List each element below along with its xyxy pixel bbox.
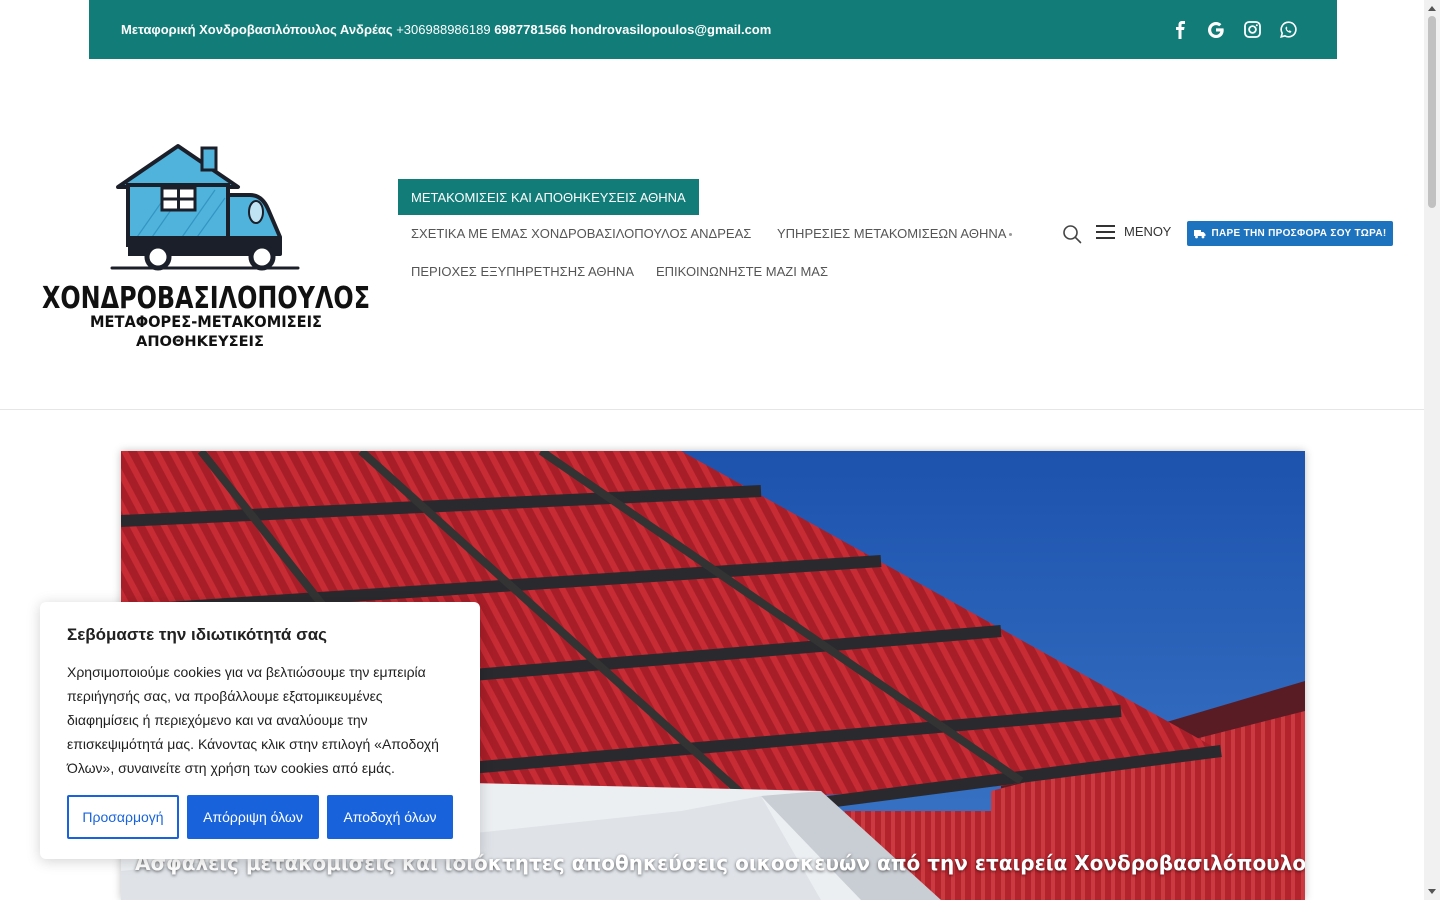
cookie-description: Χρησιμοποιούμε cookies για να βελτιώσουμ… (67, 664, 439, 776)
accept-all-button[interactable]: Αποδοχή όλων (327, 795, 453, 839)
phone-2: 6987781566 (490, 22, 571, 37)
email-link[interactable]: hondrovasilopoulos@gmail.com (570, 22, 771, 37)
scroll-up-arrow-icon[interactable] (1428, 6, 1436, 11)
nav-item-home[interactable]: ΜΕΤΑΚΟΜΙΣΕΙΣ ΚΑΙ ΑΠΟΘΗΚΕΥΣΕΙΣ ΑΘΗΝΑ (398, 179, 699, 215)
hamburger-icon (1096, 224, 1115, 239)
header-divider (0, 409, 1424, 410)
company-name: Μεταφορική Χονδροβασιλόπουλος Ανδρέας (121, 22, 397, 37)
logo-title: ΧΟΝΔΡΟΒΑΣΙΛΟΠΟΥΛΟΣ (42, 281, 370, 316)
facebook-icon[interactable] (1171, 20, 1189, 39)
cta-label: ΠΑΡΕ ΤΗΝ ΠΡΟΣΦΟΡΑ ΣΟΥ ΤΩΡΑ! (1211, 228, 1387, 239)
quote-cta-button[interactable]: ΠΑΡΕ ΤΗΝ ΠΡΟΣΦΟΡΑ ΣΟΥ ΤΩΡΑ! (1187, 221, 1393, 246)
social-links (1171, 20, 1305, 39)
nav-item-about[interactable]: ΣΧΕΤΙΚΑ ΜΕ ΕΜΑΣ ΧΟΝΔΡΟΒΑΣΙΛΟΠΟΥΛΟΣ ΑΝΔΡΕ… (411, 226, 751, 241)
nav-item-areas[interactable]: ΠΕΡΙΟΧΕΣ ΕΞΥΠΗΡΕΤΗΣΗΣ ΑΘΗΝΑ (411, 264, 634, 279)
search-icon[interactable] (1062, 224, 1082, 244)
menu-label: ΜΕΝΟΥ (1124, 224, 1172, 239)
whatsapp-icon[interactable] (1279, 21, 1297, 39)
reject-all-button[interactable]: Απόρριψη όλων (187, 795, 319, 839)
logo-subtitle: ΜΕΤΑΦΟΡΕΣ-ΜΕΤΑΚΟΜΙΣΕΙΣ (90, 312, 322, 331)
cookie-consent-dialog: Σεβόμαστε την ιδιωτικότητά σας Χρησιμοπο… (40, 602, 480, 859)
logo-subtitle-2: ΑΠΟΘΗΚΕΥΣΕΙΣ (136, 334, 264, 350)
cookie-buttons: Προσαρμογή Απόρριψη όλων Αποδοχή όλων (67, 795, 453, 839)
nav-item-services[interactable]: ΥΠΗΡΕΣΙΕΣ ΜΕΤΑΚΟΜΙΣΕΩΝ ΑΘΗΝΑ (777, 226, 1006, 241)
instagram-icon[interactable] (1243, 21, 1261, 39)
nav-separator-dot (1009, 233, 1012, 236)
nav-item-contact[interactable]: ΕΠΙΚΟΙΝΩΝΗΣΤΕ ΜΑΖΙ ΜΑΣ (656, 264, 828, 279)
phone-link-1[interactable]: +306988986189 (396, 22, 490, 37)
scroll-down-arrow-icon[interactable] (1428, 889, 1436, 894)
cookie-title: Σεβόμαστε την ιδιωτικότητά σας (67, 625, 327, 644)
menu-button[interactable]: ΜΕΝΟΥ (1096, 224, 1171, 239)
scrollbar-thumb[interactable] (1428, 16, 1436, 208)
site-logo[interactable]: ΧΟΝΔΡΟΒΑΣΙΛΟΠΟΥΛΟΣ ΜΕΤΑΦΟΡΕΣ-ΜΕΤΑΚΟΜΙΣΕΙ… (40, 140, 380, 408)
top-contact-bar: Μεταφορική Χονδροβασιλόπουλος Ανδρέας +3… (89, 0, 1337, 59)
page-scrollbar[interactable] (1424, 0, 1440, 900)
truck-icon (1193, 229, 1206, 238)
google-icon[interactable] (1207, 21, 1225, 39)
customize-button[interactable]: Προσαρμογή (67, 795, 179, 839)
contact-info: Μεταφορική Χονδροβασιλόπουλος Ανδρέας +3… (121, 22, 771, 37)
